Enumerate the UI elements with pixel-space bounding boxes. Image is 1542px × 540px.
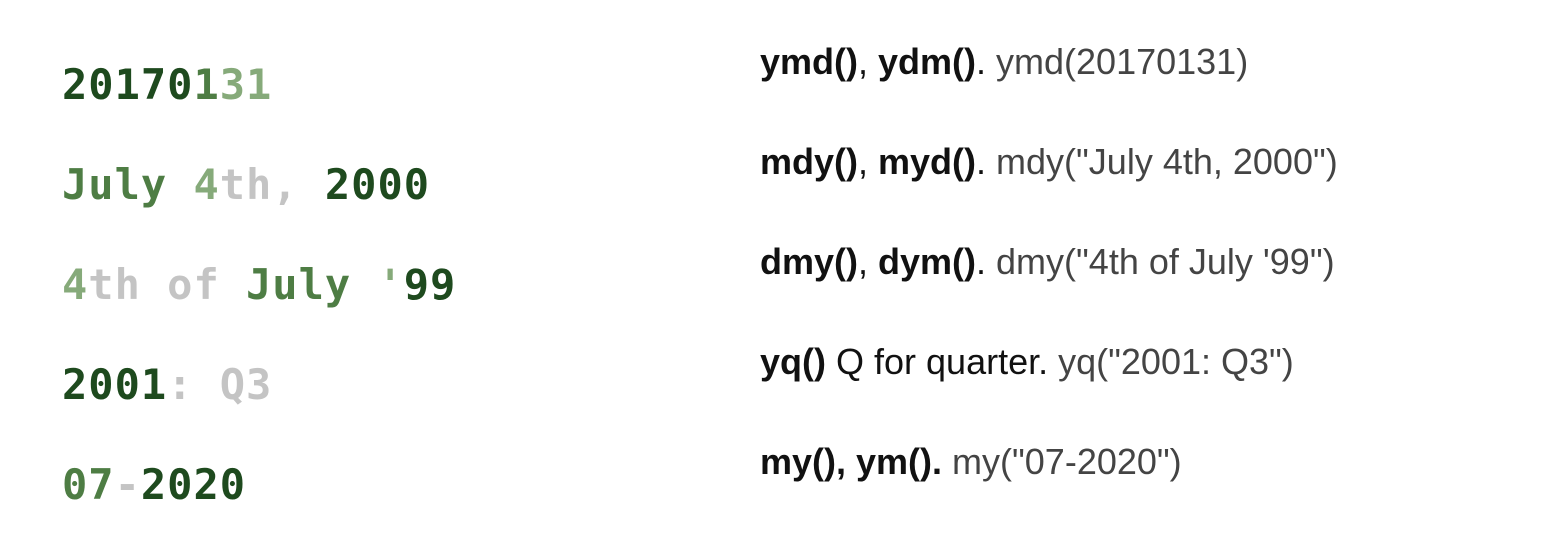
function-example: my("07-2020")	[942, 441, 1182, 482]
function-period: .	[976, 241, 987, 282]
function-descriptions-column: ymd(), ydm(). ymd(20170131) mdy(), myd()…	[760, 22, 1520, 522]
function-note: Q for quarter.	[826, 341, 1049, 382]
function-row-ymd: ymd(), ydm(). ymd(20170131)	[760, 22, 1520, 122]
date-segment: July	[62, 160, 194, 209]
function-name: yq()	[760, 341, 826, 382]
date-example-1: 20170131	[62, 40, 682, 140]
function-name-alt: ydm()	[878, 41, 977, 82]
function-row-yq: yq() Q for quarter. yq("2001: Q3")	[760, 322, 1520, 422]
date-example-5: 07-2020	[62, 440, 682, 540]
date-segment: -	[114, 460, 141, 509]
date-segment: July	[246, 260, 378, 309]
function-name: my(), ym().	[760, 441, 943, 482]
function-example: dmy("4th of July '99")	[986, 241, 1335, 282]
function-name-alt: dym()	[878, 241, 977, 282]
function-separator: ,	[858, 41, 879, 82]
date-segment: 4	[62, 260, 89, 309]
date-segment: '	[377, 260, 404, 309]
date-segment: 2020	[140, 460, 247, 509]
function-example: yq("2001: Q3")	[1048, 341, 1294, 382]
date-segment: th,	[219, 160, 325, 209]
function-name: mdy()	[760, 141, 858, 182]
function-period: .	[976, 41, 987, 82]
date-segment: 20170	[62, 60, 194, 109]
date-example-4: 2001: Q3	[62, 340, 682, 440]
function-name: ymd()	[760, 41, 858, 82]
function-row-dmy: dmy(), dym(). dmy("4th of July '99")	[760, 222, 1520, 322]
date-segment: 31	[219, 60, 273, 109]
function-period: .	[976, 141, 987, 182]
function-name: dmy()	[760, 241, 858, 282]
function-separator: ,	[858, 241, 879, 282]
function-row-my: my(), ym(). my("07-2020")	[760, 422, 1520, 522]
function-example: mdy("July 4th, 2000")	[986, 141, 1338, 182]
function-row-mdy: mdy(), myd(). mdy("July 4th, 2000")	[760, 122, 1520, 222]
date-example-3: 4th of July '99	[62, 240, 682, 340]
date-segment: : Q3	[167, 360, 273, 409]
date-example-2: July 4th, 2000	[62, 140, 682, 240]
function-example: ymd(20170131)	[986, 41, 1249, 82]
date-segment: 2000	[324, 160, 431, 209]
function-name-alt: myd()	[878, 141, 977, 182]
date-segment: 1	[193, 60, 220, 109]
date-segment: th of	[88, 260, 247, 309]
date-examples-column: 20170131 July 4th, 2000 4th of July '99 …	[62, 40, 682, 540]
date-segment: 07	[62, 460, 115, 509]
date-segment: 99	[403, 260, 457, 309]
date-segment: 4	[193, 160, 220, 209]
function-separator: ,	[858, 141, 879, 182]
date-segment: 2001	[62, 360, 168, 409]
